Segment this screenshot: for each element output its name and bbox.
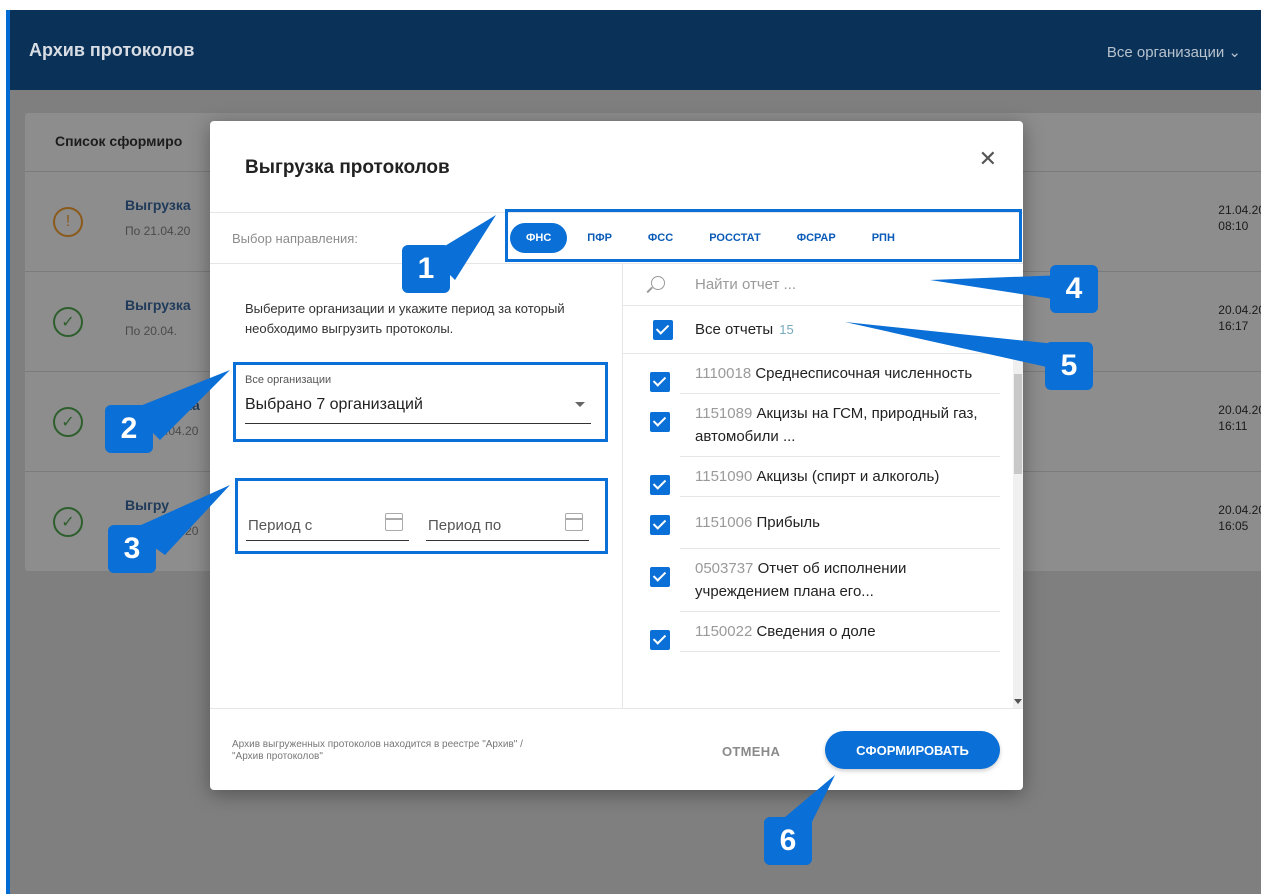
all-reports-count: 15 — [779, 322, 794, 337]
report-checkbox[interactable] — [650, 567, 670, 587]
list-item-date: 21.04.20 08:10 — [1218, 202, 1261, 234]
report-checkbox[interactable] — [650, 372, 670, 392]
reports-panel: Найти отчет ... Все отчеты 15 1110018 Сре… — [623, 264, 1023, 708]
report-checkbox[interactable] — [650, 630, 670, 650]
report-code: 0503737 — [695, 560, 754, 577]
footer-note: Архив выгруженных протоколов находится в… — [232, 739, 523, 762]
reports-list: 1110018 Среднесписочная численность 1151… — [623, 354, 1013, 708]
search-icon — [651, 276, 665, 290]
report-name: Прибыль — [756, 514, 820, 531]
list-item-title: ка — [185, 397, 200, 413]
highlight-period — [235, 478, 608, 554]
list-item[interactable]: 1151006 Прибыль — [650, 497, 1000, 549]
top-bar: Архив протоколов Все организации ⌄ — [10, 10, 1261, 90]
list-item-title: Выгру — [125, 497, 170, 513]
all-reports-checkbox[interactable] — [653, 320, 673, 340]
reports-scrollbar[interactable] — [1013, 354, 1023, 708]
highlight-direction-tabs — [505, 209, 1022, 262]
warning-icon: ! — [53, 207, 83, 237]
list-item-sub: По 21.04.20 — [125, 224, 191, 238]
search-input[interactable]: Найти отчет ... — [695, 276, 796, 293]
all-reports-text: Все отчеты — [695, 321, 774, 338]
callout-4: 4 — [1050, 265, 1098, 313]
all-reports-row[interactable]: Все отчеты 15 — [623, 306, 1023, 354]
callout-6: 6 — [764, 817, 812, 865]
report-checkbox[interactable] — [650, 412, 670, 432]
scroll-down-icon[interactable] — [1014, 699, 1022, 704]
list-item[interactable]: 1151089 Акцизы на ГСМ, природный газ, ав… — [650, 394, 1000, 457]
report-code: 1151089 — [695, 405, 753, 422]
list-item-title: Выгрузка — [125, 297, 191, 313]
report-search[interactable]: Найти отчет ... — [623, 264, 1023, 306]
check-circle-icon: ✓ — [53, 507, 83, 537]
date-text: 20.04.20 — [1218, 503, 1261, 517]
app-title: Архив протоколов — [29, 40, 195, 60]
callout-3: 3 — [108, 525, 156, 573]
report-code: 1150022 — [695, 623, 753, 640]
report-checkbox[interactable] — [650, 515, 670, 535]
list-heading: Список сформиро — [55, 133, 183, 149]
list-item[interactable]: 1110018 Среднесписочная численность — [650, 354, 1000, 394]
direction-label: Выбор направления: — [232, 231, 358, 246]
report-name: Сведения о доле — [756, 623, 876, 640]
list-item-title: Выгрузка — [125, 197, 191, 213]
scrollbar-thumb[interactable] — [1014, 374, 1022, 474]
list-item[interactable]: 1150022 Сведения о доле — [650, 612, 1000, 652]
callout-2: 2 — [105, 405, 153, 453]
callout-1: 1 — [402, 245, 450, 293]
instructions-text: Выберите организации и укажите период за… — [245, 301, 565, 336]
dialog-footer: Архив выгруженных протоколов находится в… — [210, 708, 1023, 790]
dialog-title: Выгрузка протоколов — [245, 157, 450, 178]
list-item-date: 20.04.20 16:17 — [1218, 302, 1261, 334]
time-text: 16:05 — [1218, 519, 1249, 533]
report-name: Акцизы (спирт и алкоголь) — [756, 468, 940, 485]
report-code: 1151006 — [695, 514, 753, 531]
highlight-org-select — [233, 362, 608, 442]
list-item-date: 20.04.20 16:11 — [1218, 402, 1261, 434]
time-text: 08:10 — [1218, 219, 1249, 233]
time-text: 16:17 — [1218, 319, 1249, 333]
report-name: Среднесписочная численность — [755, 365, 973, 382]
date-text: 20.04.20 — [1218, 403, 1261, 417]
date-text: 20.04.20 — [1218, 303, 1261, 317]
list-item-date: 20.04.20 16:05 — [1218, 502, 1261, 534]
callout-5: 5 — [1045, 342, 1093, 390]
list-item-sub: По 20.04. — [125, 324, 177, 338]
cancel-button[interactable]: ОТМЕНА — [722, 744, 780, 759]
list-item[interactable]: 1151090 Акцизы (спирт и алкоголь) — [650, 457, 1000, 497]
close-icon[interactable]: ✕ — [979, 146, 997, 172]
submit-button[interactable]: СФОРМИРОВАТЬ — [825, 731, 1000, 769]
list-item[interactable]: 0503737 Отчет об исполнении учреждением … — [650, 549, 1000, 612]
report-code: 1110018 — [695, 365, 752, 382]
date-text: 21.04.20 — [1218, 203, 1261, 217]
list-item-sub: .04.20 — [165, 524, 199, 538]
all-reports-label: Все отчеты 15 — [695, 321, 794, 338]
check-circle-icon: ✓ — [53, 407, 83, 437]
report-checkbox[interactable] — [650, 475, 670, 495]
check-circle-icon: ✓ — [53, 307, 83, 337]
org-selector[interactable]: Все организации ⌄ — [1107, 43, 1241, 61]
time-text: 16:11 — [1218, 419, 1248, 433]
list-item-sub: .04.20 — [165, 424, 199, 438]
report-code: 1151090 — [695, 468, 753, 485]
